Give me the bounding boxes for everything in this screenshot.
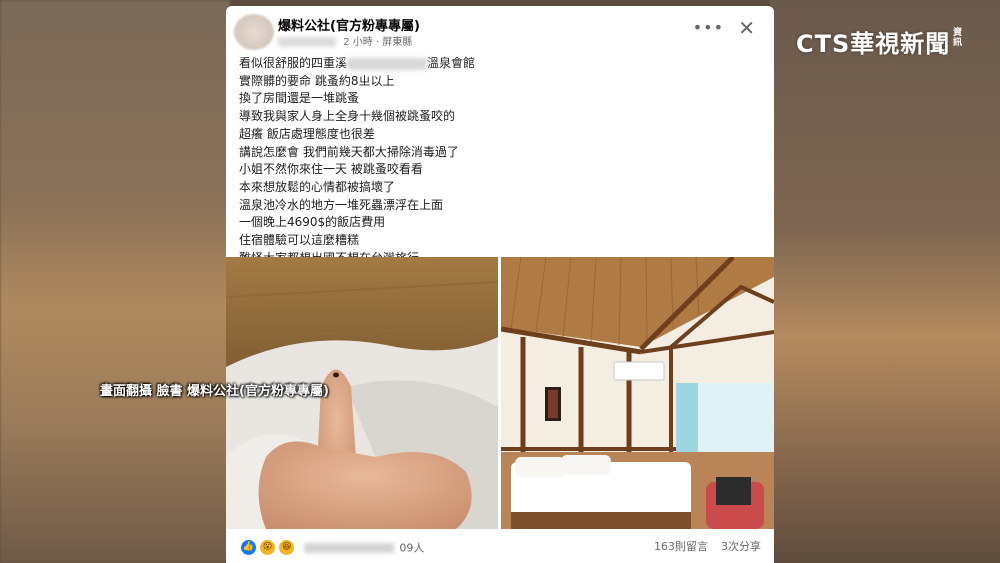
body-line: 換了房間還是一堆跳蚤 — [239, 91, 360, 106]
cts-news-logo-sub: 資訊 — [953, 28, 963, 48]
comments-count-link[interactable]: 163則留言 — [654, 538, 708, 554]
blurred-meta — [278, 37, 336, 47]
close-icon[interactable]: ✕ — [738, 16, 755, 40]
body-line: 小姐不然你來住一天 被跳蚤咬看看 — [239, 162, 423, 177]
like-icon: 👍 — [240, 539, 257, 556]
room-photo-image — [501, 257, 774, 529]
body-line: 溫泉池冷水的地方一堆死蟲漂浮在上面 — [239, 197, 444, 212]
reaction-count: 09人 — [399, 541, 425, 555]
background-right — [770, 0, 1000, 563]
facebook-post-card: 爆料公社(官方粉專專屬) 2 小時 · 屏東縣 ••• ✕ 看似很舒服的四重溪溫… — [226, 6, 774, 563]
post-footer: 👍 😮 😆 09人 163則留言 3次分享 — [226, 529, 774, 563]
background-left — [0, 0, 230, 563]
body-line: 講說怎麼會 我們前幾天都大掃除消毒過了 — [239, 144, 459, 159]
blurred-names — [304, 542, 395, 553]
source-caption: 畫面翻攝 臉書 爆料公社(官方粉專專屬) — [100, 384, 329, 399]
cts-news-logo: CTS華視新聞 — [796, 30, 951, 58]
body-line: 住宿體驗可以這麼糟糕 — [239, 233, 360, 248]
post-time[interactable]: 2 小時 — [343, 37, 373, 48]
body-line: 實際髒的要命 跳蚤約8ㄓ以上 — [239, 73, 395, 88]
avatar[interactable] — [234, 14, 274, 50]
body-line: 超癢 飯店處理態度也很差 — [239, 126, 375, 141]
wow-icon: 😮 — [259, 539, 277, 556]
shares-count-link[interactable]: 3次分享 — [721, 538, 761, 554]
body-line: 本來想放鬆的心情都被搞壞了 — [239, 179, 396, 194]
post-meta: 2 小時 · 屏東縣 — [278, 33, 412, 48]
post-header: 爆料公社(官方粉專專屬) 2 小時 · 屏東縣 ••• ✕ — [226, 6, 774, 50]
reactions-summary[interactable]: 👍 😮 😆 09人 — [240, 537, 424, 556]
more-options-button[interactable]: ••• — [693, 18, 724, 37]
censored-text — [347, 57, 428, 70]
body-line: 導致我與家人身上全身十幾個被跳蚤咬的 — [239, 109, 456, 124]
post-body: 看似很舒服的四重溪 溫泉會館 實際髒的要命 跳蚤約8ㄓ以上 換了房間還是一堆跳蚤 … — [239, 55, 759, 267]
photo-hotel-room[interactable] — [501, 257, 774, 529]
body-line: 看似很舒服的四重溪 溫泉會館 — [239, 56, 476, 70]
haha-icon: 😆 — [278, 539, 296, 556]
post-location[interactable]: 屏東縣 — [382, 37, 412, 48]
body-line: 一個晚上4690$的飯店費用 — [239, 215, 386, 230]
page-name[interactable]: 爆料公社(官方粉專專屬) — [278, 15, 420, 34]
